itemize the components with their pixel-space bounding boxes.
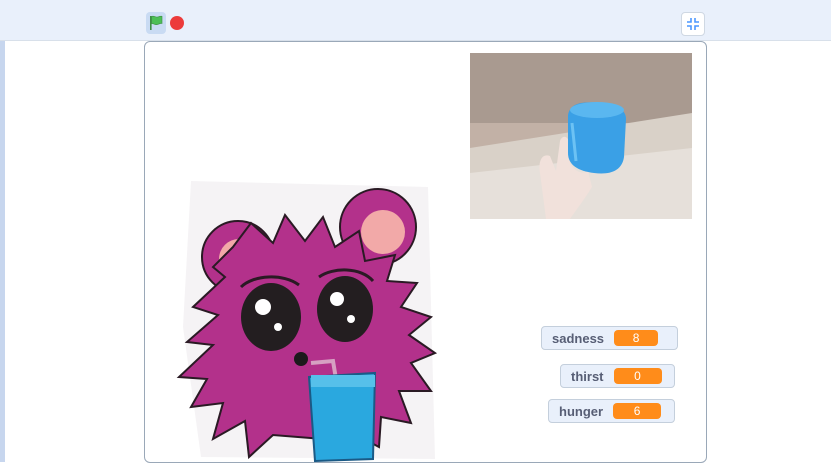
stop-button[interactable] (170, 16, 184, 30)
monster-sprite[interactable] (173, 177, 443, 462)
green-flag-icon (150, 15, 163, 30)
monitor-label: hunger (559, 403, 604, 419)
monitor-hunger: hunger 6 (548, 399, 675, 423)
stage-header (0, 0, 831, 41)
monitor-value: 6 (613, 403, 662, 419)
monitor-label: thirst (571, 368, 604, 384)
monitor-sadness: sadness 8 (541, 326, 678, 350)
monitor-label: sadness (552, 330, 605, 346)
fullscreen-exit-icon (687, 18, 699, 30)
monitor-value: 8 (614, 330, 659, 346)
webcam-video (470, 53, 692, 219)
fullscreen-button[interactable] (681, 12, 705, 36)
monitor-thirst: thirst 0 (560, 364, 675, 388)
monitor-value: 0 (613, 368, 662, 384)
player-frame: sadness 8 thirst 0 hunger 6 (0, 0, 831, 463)
stage[interactable]: sadness 8 thirst 0 hunger 6 (144, 41, 707, 463)
green-flag-button[interactable] (146, 12, 166, 34)
